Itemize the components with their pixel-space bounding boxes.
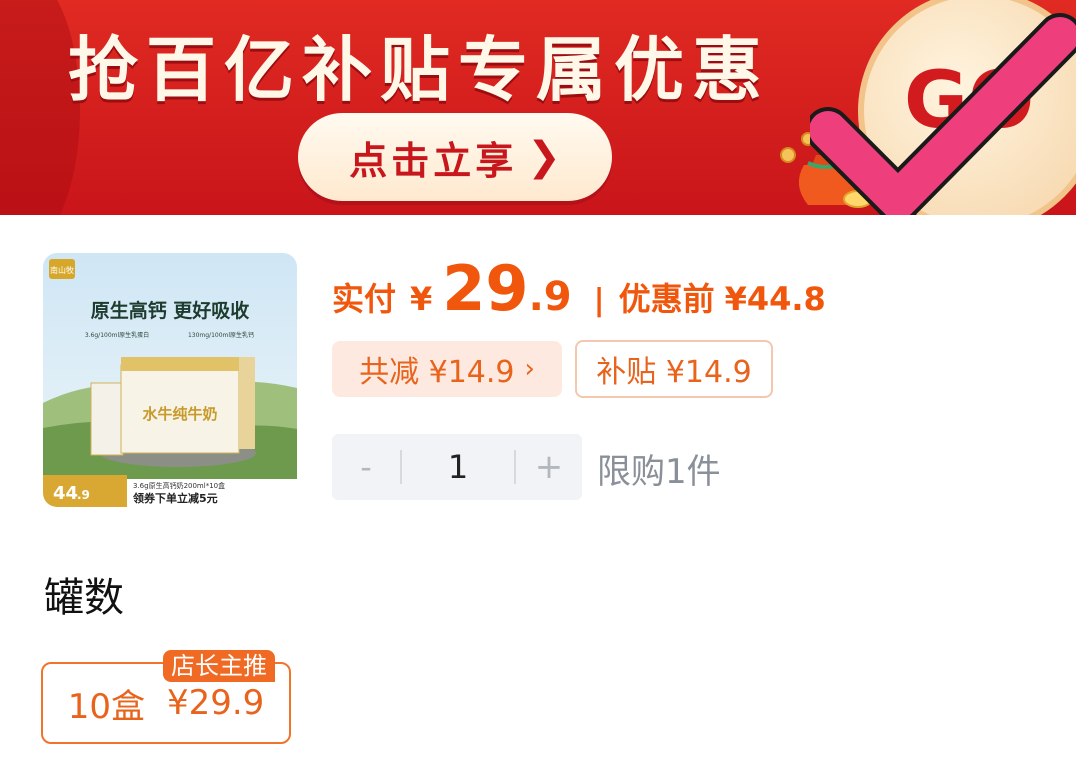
thumb-price-integer: 44 xyxy=(53,483,78,504)
pay-price-decimal: .9 xyxy=(528,274,572,320)
subsidy-tag: 补贴 ¥14.9 xyxy=(575,340,773,398)
thumb-brand-text: 南山牧 xyxy=(50,265,74,275)
subsidy-label: 补贴 ¥14.9 xyxy=(596,355,752,390)
claim-now-button[interactable]: 点击立享 ❯ xyxy=(298,113,612,201)
recommended-badge: 店长主推 xyxy=(163,650,275,682)
thumb-promo-line: 领券下单立减5元 xyxy=(132,491,218,505)
increase-quantity-button[interactable]: + xyxy=(516,434,582,500)
pay-label: 实付 xyxy=(332,280,397,318)
before-discount-price: ¥44.8 xyxy=(724,280,826,318)
price-row: 实付 ¥ 29 .9 | 优惠前 ¥44.8 xyxy=(332,252,826,332)
spec-section-title: 罐数 xyxy=(44,575,124,621)
quantity-stepper[interactable]: - + xyxy=(332,434,582,500)
total-reduction-label: 共减 ¥14.9 xyxy=(359,355,515,390)
promo-banner[interactable]: 抢百亿补贴专属优惠 GO 点击立享 ❯ xyxy=(0,0,1076,215)
quantity-input[interactable] xyxy=(402,434,514,500)
thumb-box-label: 水牛纯牛奶 xyxy=(142,405,217,423)
pay-price-integer: 29 xyxy=(442,252,529,325)
currency-symbol: ¥ xyxy=(410,280,433,318)
spec-option-quantity: 10盒 xyxy=(67,686,145,727)
banner-title: 抢百亿补贴专属优惠 xyxy=(68,29,770,111)
thumb-price-decimal: .9 xyxy=(77,488,90,502)
decrease-quantity-button[interactable]: - xyxy=(332,434,400,500)
checkmark-icon xyxy=(810,13,1076,215)
thumb-sub-left: 3.6g/100ml原生乳蛋白 xyxy=(85,331,149,339)
chevron-right-icon: › xyxy=(524,354,535,384)
purchase-limit-text: 限购1件 xyxy=(597,452,721,492)
product-thumbnail[interactable]: 南山牧 原生高钙 更好吸收 3.6g/100ml原生乳蛋白 130mg/100m… xyxy=(43,253,297,507)
thumb-spec-line: 3.6g原生高钙奶200ml*10盒 xyxy=(133,481,225,490)
claim-now-label: 点击立享 xyxy=(349,138,518,183)
chevron-right-icon: ❯ xyxy=(527,134,561,180)
total-reduction-tag[interactable]: 共减 ¥14.9 › xyxy=(332,341,562,397)
price-separator: | xyxy=(593,283,605,318)
thumb-sub-right: 130mg/100ml原生乳钙 xyxy=(188,331,254,339)
before-discount-label: 优惠前 xyxy=(618,280,715,318)
thumb-headline: 原生高钙 更好吸收 xyxy=(91,299,250,322)
spec-option-price: ¥29.9 xyxy=(166,683,265,723)
